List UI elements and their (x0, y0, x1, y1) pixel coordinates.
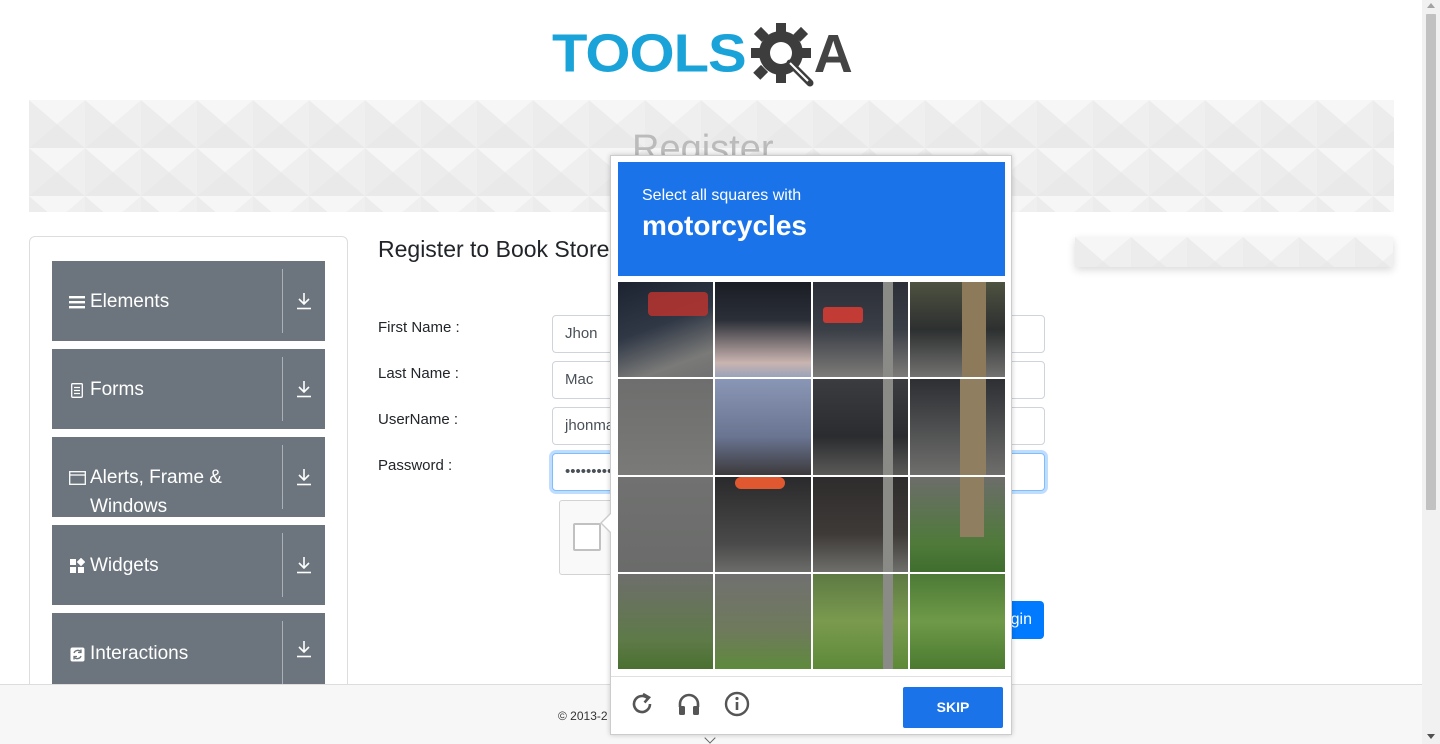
password-label: Password : (378, 457, 453, 474)
challenge-target: motorcycles (642, 210, 807, 241)
username-label: UserName : (378, 411, 459, 428)
skip-button[interactable]: SKIP (903, 687, 1003, 728)
scroll-down-arrow[interactable] (1427, 734, 1435, 739)
menu-icon (68, 293, 86, 311)
captcha-tile[interactable] (812, 573, 908, 669)
sidebar-item-interactions[interactable]: Interactions (52, 613, 325, 685)
captcha-tile[interactable] (715, 379, 811, 475)
sidebar-item-label: Alerts, Frame & Windows (90, 467, 222, 517)
captcha-tile[interactable] (909, 379, 1005, 475)
sidebar-item-label: Forms (90, 379, 144, 400)
captcha-tile[interactable] (812, 476, 908, 572)
scroll-up-arrow[interactable] (1427, 3, 1435, 8)
download-icon[interactable] (283, 613, 325, 685)
last-name-label: Last Name : (378, 365, 459, 382)
captcha-tile[interactable] (618, 476, 714, 572)
headphones-icon[interactable] (674, 689, 704, 719)
challenge-footer: SKIP (611, 676, 1011, 736)
sidebar-item-alerts[interactable]: Alerts, Frame & Windows (52, 437, 325, 517)
captcha-tile[interactable] (618, 573, 714, 669)
sidebar-item-label: Widgets (90, 555, 159, 576)
widgets-icon (68, 557, 86, 575)
document-icon (68, 381, 86, 399)
captcha-tile[interactable] (909, 476, 1005, 572)
scrollbar[interactable] (1422, 0, 1440, 744)
sidebar-item-label: Elements (90, 291, 170, 312)
first-name-label: First Name : (378, 319, 460, 336)
challenge-pointer (600, 512, 612, 534)
captcha-tile[interactable] (715, 282, 811, 378)
download-icon[interactable] (283, 437, 325, 517)
download-icon[interactable] (283, 525, 325, 605)
gear-icon (748, 19, 818, 89)
captcha-tile[interactable] (812, 379, 908, 475)
sidebar-item-forms[interactable]: Forms (52, 349, 325, 429)
captcha-tile[interactable] (812, 282, 908, 378)
interactions-icon (68, 645, 86, 663)
window-icon (68, 469, 86, 487)
captcha-tile[interactable] (618, 379, 714, 475)
sidebar-item-label: Interactions (90, 643, 189, 664)
logo-suffix: A (813, 24, 853, 84)
refresh-icon[interactable] (627, 689, 657, 719)
ad-banner[interactable] (1075, 237, 1393, 267)
ad-pattern (1075, 237, 1393, 267)
sidebar-item-elements[interactable]: Elements (52, 261, 325, 341)
challenge-header: Select all squares with motorcycles (618, 162, 1005, 276)
download-icon[interactable] (283, 261, 325, 341)
challenge-instruction: Select all squares with (642, 187, 802, 204)
info-icon[interactable] (722, 689, 752, 719)
form-title: Register to Book Store (378, 236, 610, 262)
captcha-tile[interactable] (715, 573, 811, 669)
captcha-challenge: Select all squares with motorcycles SKIP (600, 155, 1012, 736)
toolsqa-logo[interactable]: TOOLS A (552, 16, 876, 92)
challenge-grid (618, 282, 1005, 669)
sidebar-item-widgets[interactable]: Widgets (52, 525, 325, 605)
recaptcha-checkbox[interactable] (573, 523, 601, 551)
logo-text: TOOLS (552, 23, 747, 84)
captcha-tile[interactable] (715, 476, 811, 572)
copyright-text: © 2013-2 (558, 709, 608, 723)
captcha-tile[interactable] (909, 573, 1005, 669)
sidebar: Elements Forms Alerts, Frame & Windows W… (29, 236, 348, 706)
download-icon[interactable] (283, 349, 325, 429)
page: TOOLS A Register Elements Forms Alerts, … (0, 0, 1440, 744)
captcha-tile[interactable] (618, 282, 714, 378)
captcha-tile[interactable] (909, 282, 1005, 378)
scroll-thumb[interactable] (1426, 14, 1436, 510)
